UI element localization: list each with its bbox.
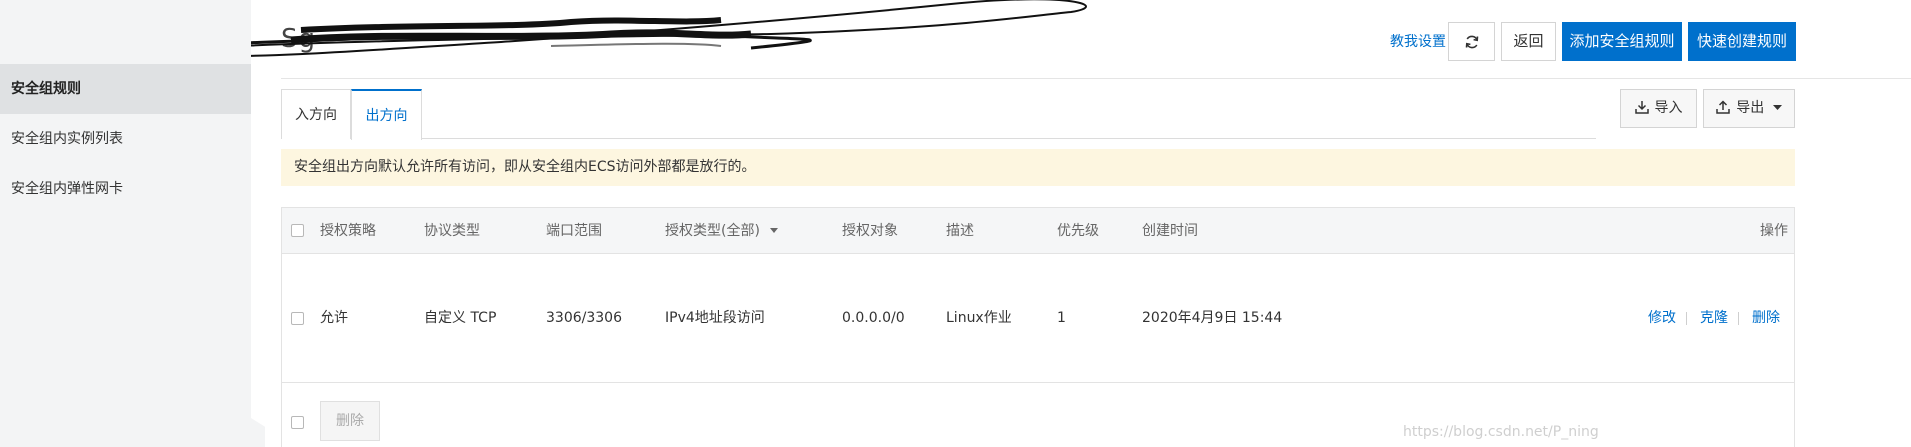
caret-down-icon xyxy=(770,228,779,233)
cell-port-range: 3306/3306 xyxy=(546,310,622,326)
column-header-port-range: 端口范围 xyxy=(546,223,602,239)
main-content: Sg- 教我设置 返回 添加安全组规则 快速创建规则 入方向 出方向 导入 导出… xyxy=(251,0,1911,447)
back-button[interactable]: 返回 xyxy=(1501,22,1556,61)
column-header-auth-object: 授权对象 xyxy=(842,223,898,239)
import-icon xyxy=(1634,101,1649,114)
cell-auth-type: IPv4地址段访问 xyxy=(665,310,765,326)
sidebar-item-elastic-nic[interactable]: 安全组内弹性网卡 xyxy=(0,164,251,214)
column-header-protocol: 协议类型 xyxy=(424,223,480,239)
column-header-description: 描述 xyxy=(946,223,974,239)
sidebar: 安全组规则 安全组内实例列表 安全组内弹性网卡 xyxy=(0,0,251,447)
row-checkbox[interactable] xyxy=(291,312,304,325)
export-button[interactable]: 导出 xyxy=(1703,89,1795,128)
bulk-delete-button[interactable]: 删除 xyxy=(320,401,380,441)
direction-tabs: 入方向 出方向 xyxy=(281,89,1596,140)
bulk-select-checkbox[interactable] xyxy=(291,416,304,429)
cell-created: 2020年4月9日 15:44 xyxy=(1142,310,1283,326)
column-header-actions: 操作 xyxy=(1760,223,1788,239)
refresh-icon xyxy=(1465,35,1478,48)
cell-priority: 1 xyxy=(1057,310,1066,326)
delete-link[interactable]: 删除 xyxy=(1752,254,1780,383)
cell-protocol: 自定义 TCP xyxy=(424,310,497,326)
chevron-down-icon xyxy=(1772,105,1782,110)
column-header-priority: 优先级 xyxy=(1057,223,1099,239)
help-link[interactable]: 教我设置 xyxy=(1390,31,1446,51)
select-all-checkbox[interactable] xyxy=(291,224,304,237)
table-header: 授权策略 协议类型 端口范围 授权类型(全部) 授权对象 描述 优先级 创建时间… xyxy=(282,208,1794,254)
sidebar-item-security-group-rules[interactable]: 安全组规则 xyxy=(0,64,251,114)
column-header-created: 创建时间 xyxy=(1142,223,1198,239)
import-button[interactable]: 导入 xyxy=(1620,89,1697,128)
outbound-notice: 安全组出方向默认允许所有访问，即从安全组内ECS访问外部都是放行的。 xyxy=(281,149,1795,186)
rules-table: 授权策略 协议类型 端口范围 授权类型(全部) 授权对象 描述 优先级 创建时间… xyxy=(281,207,1795,447)
cell-description: Linux作业 xyxy=(946,310,1012,326)
export-label: 导出 xyxy=(1736,100,1765,116)
header-divider xyxy=(281,78,1911,79)
edit-link[interactable]: 修改 xyxy=(1648,254,1676,383)
action-separator xyxy=(1738,312,1739,325)
import-label: 导入 xyxy=(1654,100,1683,116)
auth-type-filter-label: 授权类型(全部) xyxy=(665,223,760,239)
export-icon xyxy=(1716,100,1731,114)
clone-link[interactable]: 克隆 xyxy=(1700,254,1728,383)
column-header-policy: 授权策略 xyxy=(320,223,376,239)
cell-auth-object: 0.0.0.0/0 xyxy=(842,310,905,326)
tab-inbound[interactable]: 入方向 xyxy=(281,89,351,139)
action-separator xyxy=(1686,312,1687,325)
column-header-auth-type-filter[interactable]: 授权类型(全部) xyxy=(665,208,779,254)
sidebar-item-instance-list[interactable]: 安全组内实例列表 xyxy=(0,114,251,164)
watermark: https://blog.csdn.net/P_ning xyxy=(1403,424,1599,440)
redaction-scribble xyxy=(251,0,1087,57)
tab-outbound[interactable]: 出方向 xyxy=(351,89,422,140)
add-security-group-rule-button[interactable]: 添加安全组规则 xyxy=(1562,22,1682,61)
table-row: 允许 自定义 TCP 3306/3306 IPv4地址段访问 0.0.0.0/0… xyxy=(282,254,1794,383)
quick-create-rule-button[interactable]: 快速创建规则 xyxy=(1688,22,1796,61)
cell-policy: 允许 xyxy=(320,310,348,326)
refresh-button[interactable] xyxy=(1448,22,1495,61)
